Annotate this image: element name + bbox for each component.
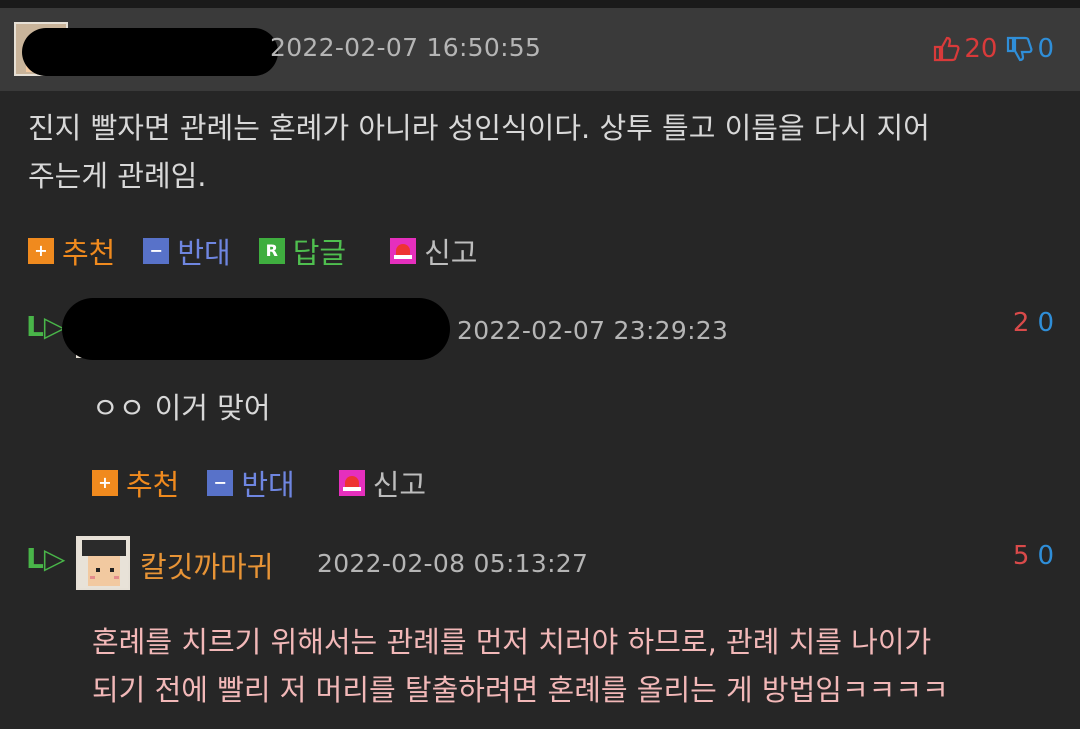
top-edge <box>0 0 1080 8</box>
up-vote-count: 20 <box>964 34 998 64</box>
down-vote-count[interactable]: 0 <box>1037 541 1054 571</box>
report-label: 신고 <box>372 468 427 502</box>
report-button[interactable]: 신고 <box>390 230 478 272</box>
reply2-nickname[interactable]: 칼깃까마귀 <box>140 544 273 586</box>
minus-icon: − <box>207 470 234 496</box>
reply-icon: R <box>258 238 285 264</box>
comment-actions: + 추천 − 반대 R 답글 신고 <box>28 230 506 272</box>
reply1-timestamp: 2022-02-07 23:29:23 <box>457 316 729 345</box>
recommend-button[interactable]: + 추천 <box>92 462 179 504</box>
reply-arrow-icon: L▷ <box>26 542 66 575</box>
oppose-label: 반대 <box>177 236 231 270</box>
report-button[interactable]: 신고 <box>338 462 427 504</box>
oppose-label: 반대 <box>241 468 295 502</box>
reply-arrow-icon: L▷ <box>26 310 66 343</box>
reply-button[interactable]: R 답글 <box>258 230 347 272</box>
siren-icon <box>390 238 417 264</box>
down-vote-count: 0 <box>1037 34 1054 64</box>
down-vote-count[interactable]: 0 <box>1037 308 1054 338</box>
reply2-avatar[interactable] <box>76 536 130 590</box>
oppose-button[interactable]: − 반대 <box>207 462 295 504</box>
plus-icon: + <box>92 470 118 496</box>
reply2-votes: 50 <box>1013 541 1054 571</box>
oppose-button[interactable]: − 반대 <box>143 230 231 272</box>
reply2-text-line2: 되기 전에 빨리 저 머리를 탈출하려면 혼례를 올리는 게 방법임ㅋㅋㅋㅋ <box>92 673 949 707</box>
reply1-actions: + 추천 − 반대 신고 <box>92 462 454 504</box>
comment-text-line1: 진지 빨자면 관례는 혼례가 아니라 성인식이다. 상투 틀고 이름을 다시 지… <box>28 111 930 145</box>
comment-text-line2: 주는게 관례임. <box>28 159 207 193</box>
thumbs-down-icon[interactable] <box>1005 35 1033 63</box>
reply1-votes: 20 <box>1013 308 1054 338</box>
plus-icon: + <box>28 238 54 264</box>
comment-header: 2022-02-07 16:50:55 20 0 <box>0 8 1080 91</box>
up-vote-count[interactable]: 5 <box>1013 541 1030 571</box>
recommend-button[interactable]: + 추천 <box>28 230 115 272</box>
redacted-username <box>62 298 450 360</box>
recommend-label: 추천 <box>126 468 180 502</box>
recommend-label: 추천 <box>62 236 116 270</box>
redacted-username <box>22 28 278 76</box>
comment-timestamp: 2022-02-07 16:50:55 <box>270 33 542 62</box>
thumbs-up-icon[interactable] <box>932 35 960 63</box>
report-label: 신고 <box>424 236 478 270</box>
reply1-text: ㅇㅇ 이거 맞어 <box>92 391 271 425</box>
minus-icon: − <box>143 238 170 264</box>
reply-label: 답글 <box>292 236 347 270</box>
siren-icon <box>338 470 365 496</box>
reply2-timestamp: 2022-02-08 05:13:27 <box>317 549 589 578</box>
reply2-text-line1: 혼례를 치르기 위해서는 관례를 먼저 치러야 하므로, 관례 치를 나이가 <box>92 625 932 659</box>
up-vote-count[interactable]: 2 <box>1013 308 1030 338</box>
comment-votes: 20 0 <box>932 34 1054 64</box>
